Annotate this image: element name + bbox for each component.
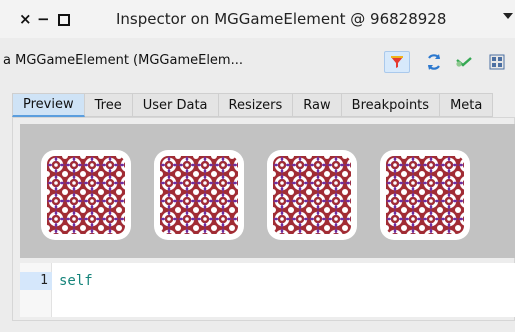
line-number: 1: [20, 272, 52, 290]
game-tile[interactable]: [41, 150, 131, 240]
grid-icon[interactable]: [487, 52, 507, 72]
game-tile[interactable]: [154, 150, 244, 240]
filter-icon[interactable]: [384, 51, 410, 73]
tab-resizers[interactable]: Resizers: [218, 93, 294, 117]
chevron-down-icon[interactable]: [503, 13, 513, 19]
code-editor[interactable]: 1 self: [20, 263, 515, 317]
tab-meta[interactable]: Meta: [440, 93, 494, 117]
inspector-tabs: Preview Tree User Data Resizers Raw Brea…: [12, 93, 515, 117]
inspected-object-label: a MGGameElement (MGGameElem...: [3, 53, 243, 68]
window-title: Inspector on MGGameElement @ 96828928: [116, 10, 447, 28]
refresh-icon[interactable]: [424, 52, 444, 72]
code-text[interactable]: self: [59, 272, 93, 290]
line-gutter: 1: [20, 263, 52, 317]
tab-preview[interactable]: Preview: [12, 93, 85, 117]
game-tile[interactable]: [380, 150, 470, 240]
pattern-icon: [273, 156, 351, 234]
browse-icon[interactable]: [454, 52, 474, 72]
game-tile[interactable]: [267, 150, 357, 240]
pattern-icon: [386, 156, 464, 234]
close-window-button[interactable]: ×: [19, 11, 32, 27]
maximize-window-button[interactable]: [58, 14, 70, 26]
title-bar: × − Inspector on MGGameElement @ 9682892…: [0, 0, 515, 38]
tab-user-data[interactable]: User Data: [132, 93, 219, 117]
status-bar: [0, 322, 515, 332]
preview-area: [20, 124, 515, 258]
minimize-window-button[interactable]: −: [37, 11, 50, 27]
pattern-icon: [47, 156, 125, 234]
tab-breakpoints[interactable]: Breakpoints: [341, 93, 441, 117]
pattern-icon: [160, 156, 238, 234]
preview-panel: 1 self: [12, 117, 515, 321]
tab-tree[interactable]: Tree: [84, 93, 133, 117]
tab-raw[interactable]: Raw: [293, 93, 342, 117]
inspector-toolbar: a MGGameElement (MGGameElem...: [0, 38, 515, 84]
